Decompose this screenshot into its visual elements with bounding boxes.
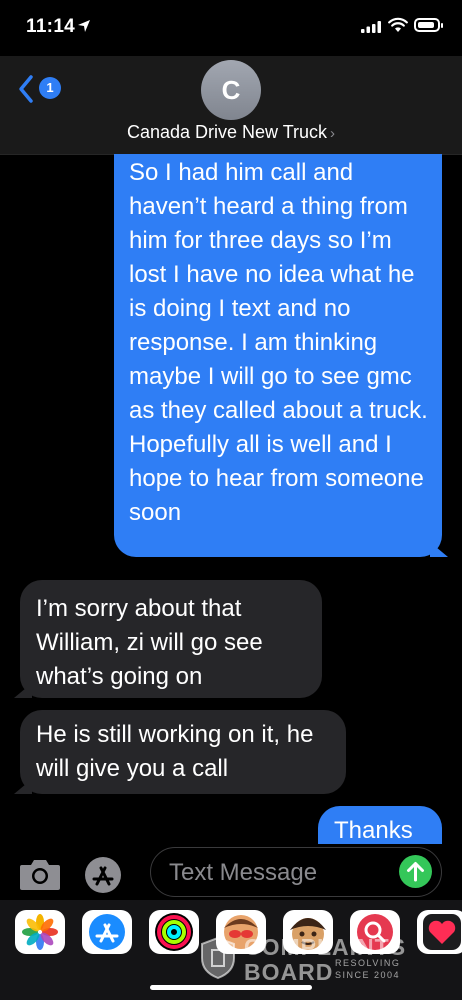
- compose-bar: Text Message: [0, 844, 462, 900]
- activity-app-icon[interactable]: [149, 910, 199, 954]
- search-images-app-icon[interactable]: [350, 910, 400, 954]
- app-store-app-icon[interactable]: [82, 910, 132, 954]
- home-indicator[interactable]: [150, 985, 312, 990]
- app-store-icon[interactable]: [84, 856, 122, 894]
- animoji-app-icon[interactable]: [283, 910, 333, 954]
- memoji-stickers-app-icon[interactable]: [216, 910, 266, 954]
- message-text: Thanks: [334, 817, 413, 844]
- digital-touch-app-icon[interactable]: [417, 910, 462, 954]
- back-button[interactable]: 1: [18, 74, 64, 104]
- status-time: 11:14: [26, 16, 76, 37]
- message-thread[interactable]: So I had him call and haven’t heard a th…: [0, 154, 462, 844]
- sent-message-bubble[interactable]: So I had him call and haven’t heard a th…: [114, 154, 448, 557]
- location-arrow-icon: [78, 20, 90, 32]
- received-message-bubble[interactable]: I’m sorry about that William, zi will go…: [14, 580, 322, 698]
- contact-name-button[interactable]: Canada Drive New Truck ›: [0, 122, 462, 143]
- battery-icon: [414, 18, 443, 32]
- contact-avatar[interactable]: C: [201, 60, 261, 120]
- chevron-right-icon: ›: [330, 125, 336, 142]
- message-text: So I had him call and haven’t heard a th…: [129, 159, 428, 526]
- status-bar: 11:14: [0, 0, 462, 56]
- conversation-header: 1 C Canada Drive New Truck ›: [0, 56, 462, 155]
- bubble-tail: [14, 774, 32, 794]
- camera-icon[interactable]: [19, 857, 61, 891]
- bubble-tail: [430, 537, 448, 557]
- chevron-left-icon: [19, 75, 33, 103]
- cellular-signal-icon: [361, 21, 381, 33]
- bubble-tail: [14, 678, 32, 698]
- send-button[interactable]: [399, 855, 432, 888]
- contact-name: Canada Drive New Truck: [126, 122, 328, 142]
- message-text: I’m sorry about that William, zi will go…: [36, 595, 263, 690]
- message-input[interactable]: Text Message: [150, 847, 442, 897]
- arrow-up-icon: [407, 862, 424, 882]
- message-text: He is still working on it, he will give …: [36, 721, 314, 782]
- message-input-placeholder: Text Message: [169, 859, 318, 886]
- photos-app-icon[interactable]: [15, 910, 65, 954]
- sent-message-bubble[interactable]: Thanks: [318, 806, 442, 844]
- wifi-icon: [388, 17, 408, 32]
- unread-count-badge: 1: [39, 77, 61, 99]
- received-message-bubble[interactable]: He is still working on it, he will give …: [14, 710, 346, 794]
